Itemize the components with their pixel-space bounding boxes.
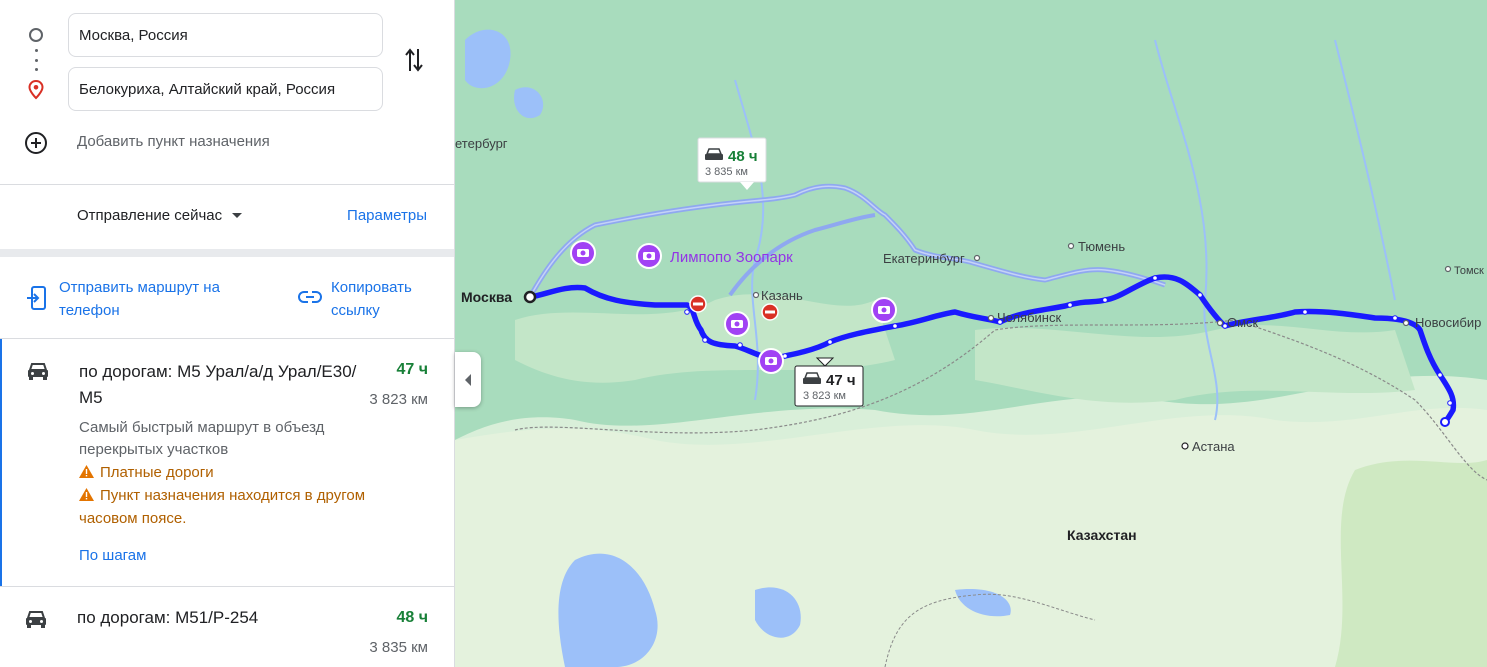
map-mountains [1335,460,1487,667]
city-label-novosibirsk[interactable]: Новосибир [1415,315,1481,330]
route-duration: 48 ч [396,609,428,626]
divider [0,184,454,185]
route-callout-alt[interactable]: 48 ч 3 835 км [697,137,767,190]
collapse-panel-button[interactable] [455,352,481,407]
callout-duration: 48 ч [728,148,758,165]
origin-marker-icon[interactable] [523,290,537,304]
link-icon[interactable] [298,288,322,306]
route-distance: 3 823 км [369,391,428,408]
route-duration: 47 ч [396,361,428,378]
road-closed-icon[interactable] [689,295,707,313]
city-label-tyumen[interactable]: Тюмень [1078,239,1125,254]
route-option-1[interactable]: по дорогам: М5 Урал/а/д Урал/Е30/М5 47 ч… [0,339,454,586]
destination-pin-icon [28,80,44,100]
departure-time-label: Отправление сейчас [77,207,223,224]
chevron-left-icon [465,373,471,386]
zoo-marker-icon[interactable] [636,243,662,269]
step-by-step-link[interactable]: По шагам [79,547,146,564]
destination-marker-icon[interactable] [1440,417,1450,427]
send-to-phone-icon[interactable] [26,286,48,312]
city-label-omsk[interactable]: Омск [1227,315,1259,330]
road-closed-icon[interactable] [761,303,779,321]
city-label-kazan[interactable]: Казань [761,288,803,303]
photo-marker-icon[interactable] [724,311,750,337]
route-title: по дорогам: М51/Р-254 [77,608,259,627]
chevron-down-icon [232,213,243,218]
route-dots-icon [35,49,38,71]
route-title: по дорогам: М5 Урал/а/д Урал/Е30/М5 [79,362,357,407]
photo-marker-icon[interactable] [758,348,784,374]
car-icon [26,611,46,628]
copy-link-button[interactable]: Копировать ссылку [331,276,441,322]
swap-icon [405,48,423,72]
warning-text: Платные дороги [100,464,214,481]
options-button[interactable]: Параметры [347,207,427,224]
city-label-chelyabinsk[interactable]: Челябинск [997,310,1061,325]
destination-input-value: Белокуриха, Алтайский край, Россия [79,80,336,98]
city-label-spb[interactable]: етербург [455,136,508,151]
poi-label-zoo[interactable]: Лимпопо Зоопарк [670,249,793,266]
city-label-ekaterinburg[interactable]: Екатеринбург [883,251,965,266]
route-distance: 3 835 км [369,639,428,656]
origin-marker-icon [29,28,43,42]
map-canvas[interactable]: Москва етербург Казань Екатеринбург Тюме… [455,0,1487,667]
directions-panel: Москва, Россия Белокуриха, Алтайский кра… [0,0,455,667]
warning-icon [79,488,94,501]
photo-marker-icon[interactable] [871,297,897,323]
origin-input-value: Москва, Россия [79,26,188,44]
callout-duration: 47 ч [826,372,856,389]
route-warning-timezone: Пункт назначения находится в другом часо… [79,484,409,530]
add-destination-button[interactable]: Добавить пункт назначения [77,133,270,150]
car-icon [28,363,48,380]
warning-icon [79,465,94,478]
route-option-2[interactable]: по дорогам: М51/Р-254 48 ч 3 835 км [0,587,454,667]
route-warning-toll: Платные дороги [79,461,409,484]
add-destination-icon[interactable] [24,131,48,155]
country-label-kazakhstan: Казахстан [1067,527,1137,543]
send-to-phone-button[interactable]: Отправить маршрут на телефон [59,276,259,322]
route-description: Самый быстрый маршрут в объезд перекрыты… [79,419,325,458]
capital-marker-icon [1181,442,1189,450]
map-field [975,325,1415,403]
destination-input[interactable]: Белокуриха, Алтайский край, Россия [68,67,383,111]
callout-distance: 3 835 км [705,166,748,178]
section-divider [0,249,454,257]
warning-text: Пункт назначения находится в другом часо… [79,487,366,527]
callout-distance: 3 823 км [803,390,846,402]
departure-time-dropdown[interactable]: Отправление сейчас [77,207,243,224]
photo-marker-icon[interactable] [570,240,596,266]
swap-button[interactable] [400,44,428,76]
origin-input[interactable]: Москва, Россия [68,13,383,57]
city-label-astana[interactable]: Астана [1192,439,1235,454]
city-label-tomsk[interactable]: Томск [1454,265,1484,277]
city-label-moscow[interactable]: Москва [461,289,512,305]
